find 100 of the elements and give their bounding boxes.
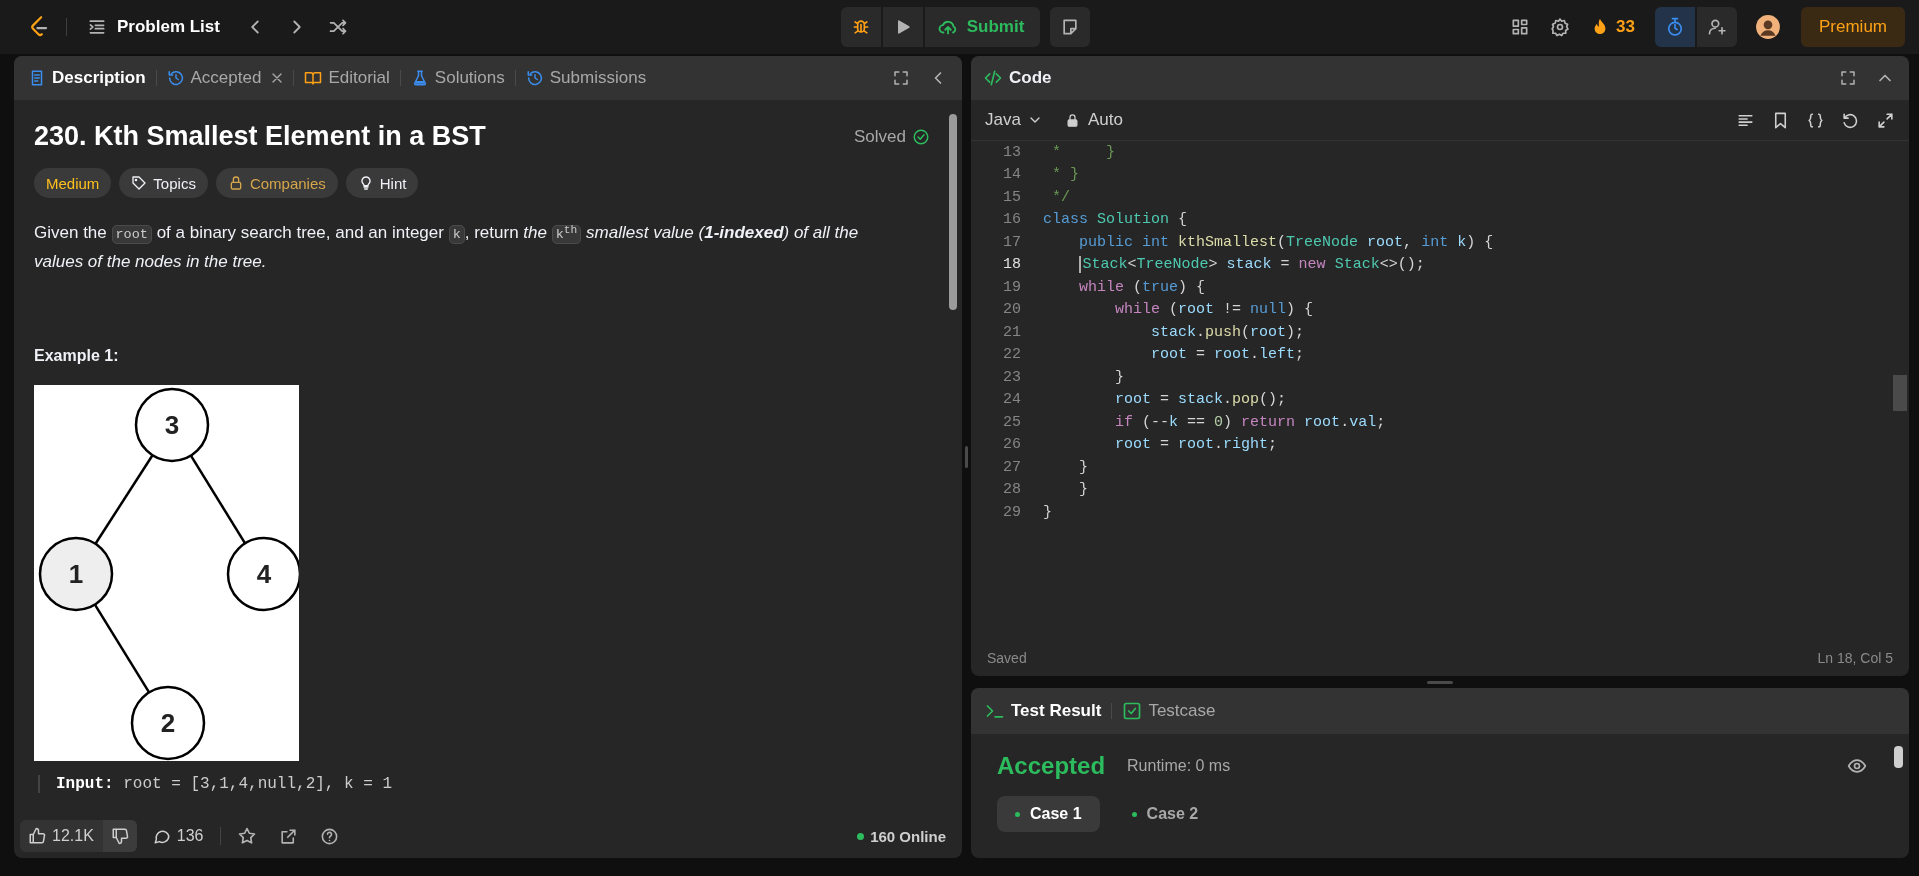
- invite-button[interactable]: [1697, 7, 1737, 47]
- book-icon: [304, 69, 323, 87]
- code-line: while (true) {: [1078, 278, 1206, 296]
- code-line: Stack<TreeNode> stack = new Stack<>();: [1043, 256, 1425, 274]
- share-icon[interactable]: [278, 826, 298, 846]
- settings-icon[interactable]: [1550, 17, 1571, 37]
- streak-counter[interactable]: 33: [1590, 17, 1635, 37]
- thumbs-up-icon: [28, 827, 46, 845]
- verdict: Accepted: [997, 752, 1106, 780]
- code-line: root = root.right;: [1114, 436, 1278, 454]
- difficulty-label: Medium: [34, 168, 112, 198]
- line-number: 14: [1002, 166, 1021, 184]
- history-icon: [166, 69, 185, 87]
- run-button[interactable]: [882, 7, 923, 47]
- timer-button[interactable]: [1655, 7, 1695, 47]
- problem-title: 230. Kth Smallest Element in a BST: [34, 121, 487, 152]
- panel-tab[interactable]: Description: [26, 64, 148, 92]
- line-number: 22: [1002, 346, 1021, 364]
- add-user-icon: [1707, 17, 1727, 37]
- code-line: }: [1114, 368, 1124, 386]
- code-line: stack.push(root);: [1150, 323, 1305, 341]
- cursor-position: Ln 18, Col 5: [1817, 650, 1893, 666]
- problem-statement: Given the root of a binary search tree, and an integer k , return the k$^{th}$ smallest value (1-indexed) of all the values of the nodes in the tree.: [34, 221, 860, 273]
- resize-handle[interactable]: [1427, 681, 1453, 684]
- line-number: 13: [1002, 143, 1021, 161]
- resize-handle[interactable]: [965, 446, 968, 468]
- panel-tab[interactable]: Submissions: [523, 64, 649, 92]
- comments-link[interactable]: 136: [152, 827, 204, 845]
- input-value: root = [3,1,4,null,2], k = 1: [123, 774, 393, 793]
- fullscreen-icon[interactable]: [1839, 69, 1857, 87]
- tag-button[interactable]: Companies: [215, 168, 338, 198]
- tree-node: 3: [134, 387, 210, 462]
- code-line: while (root != null) {: [1114, 301, 1314, 319]
- panel-tab[interactable]: Solutions: [408, 64, 507, 92]
- line-number: 20: [1002, 301, 1021, 319]
- line-number: 28: [1002, 481, 1021, 499]
- expand-icon[interactable]: [1876, 110, 1895, 130]
- timer-icon: [1665, 17, 1685, 37]
- panel-tab[interactable]: Test Result: [983, 697, 1104, 725]
- panel-tab[interactable]: Testcase: [1120, 697, 1218, 725]
- line-number: 19: [1002, 278, 1021, 296]
- reset-icon[interactable]: [1841, 110, 1860, 130]
- line-number: 27: [1002, 458, 1021, 476]
- tag-icon: [131, 175, 148, 191]
- line-number: 29: [1002, 503, 1021, 521]
- check-circle-icon: [912, 127, 930, 146]
- help-icon[interactable]: [319, 826, 339, 846]
- input-label: Input:: [56, 774, 114, 793]
- mode-label[interactable]: Auto: [1087, 110, 1123, 130]
- premium-button[interactable]: Premium: [1801, 7, 1905, 47]
- code-line: * }: [1051, 143, 1115, 161]
- scrollbar-thumb[interactable]: [1894, 746, 1903, 768]
- tree-node: 1: [38, 536, 114, 611]
- code-line: root = stack.pop();: [1114, 391, 1287, 409]
- code-line: public int kthSmallest(TreeNode root, int k) {: [1078, 233, 1494, 251]
- code-line: }: [1043, 503, 1052, 521]
- line-number: 16: [1002, 211, 1021, 229]
- language-dropdown[interactable]: Java: [985, 110, 1043, 130]
- list-icon: [87, 17, 107, 37]
- star-icon[interactable]: [236, 826, 257, 846]
- line-number: 18: [1002, 256, 1021, 274]
- online-dot: [857, 832, 865, 840]
- history-icon: [525, 69, 544, 87]
- checkbox-icon: [1122, 701, 1143, 721]
- case-tab[interactable]: Case 2: [1113, 796, 1217, 832]
- code-line: class Solution {: [1043, 211, 1188, 229]
- thumbs-down-icon: [110, 827, 129, 845]
- line-number: 23: [1002, 368, 1021, 386]
- avatar-icon[interactable]: [1755, 14, 1781, 40]
- eye-icon[interactable]: [1847, 756, 1867, 776]
- line-number: 21: [1002, 323, 1021, 341]
- online-count: 160 Online: [870, 827, 946, 845]
- line-number: 17: [1002, 233, 1021, 251]
- submit-button[interactable]: Submit: [924, 7, 1041, 47]
- line-number: 25: [1002, 413, 1021, 431]
- panel-tab[interactable]: Accepted: [164, 64, 264, 92]
- case-tab[interactable]: Case 1: [997, 796, 1100, 832]
- code-line: }: [1078, 481, 1088, 499]
- scrollbar-thumb[interactable]: [1893, 375, 1907, 411]
- braces-icon[interactable]: [1806, 110, 1825, 130]
- layout-grid-icon[interactable]: [1510, 17, 1531, 37]
- panel-title: Code: [1009, 68, 1052, 88]
- problem-list-link[interactable]: Problem List: [87, 17, 220, 37]
- panel-tab[interactable]: Editorial: [302, 64, 392, 92]
- runtime: Runtime: 0 ms: [1127, 757, 1231, 775]
- tag-button[interactable]: Topics: [119, 168, 208, 198]
- shuffle-icon[interactable]: [327, 17, 348, 37]
- solved-status: Solved: [854, 126, 906, 147]
- debug-button[interactable]: [840, 7, 881, 47]
- code-line: if (--k == 0) return root.val;: [1114, 413, 1386, 431]
- fullscreen-icon[interactable]: [892, 69, 910, 87]
- code-line: */: [1051, 188, 1070, 206]
- tree-node: 2: [130, 685, 206, 760]
- tag-button[interactable]: Hint: [345, 168, 419, 198]
- lock-icon: [1064, 112, 1080, 128]
- notes-button[interactable]: [1050, 7, 1091, 47]
- scrollbar-thumb[interactable]: [949, 114, 957, 310]
- dislike-button[interactable]: [102, 820, 137, 852]
- line-number: 15: [1002, 188, 1021, 206]
- tree-node: 4: [226, 536, 299, 611]
